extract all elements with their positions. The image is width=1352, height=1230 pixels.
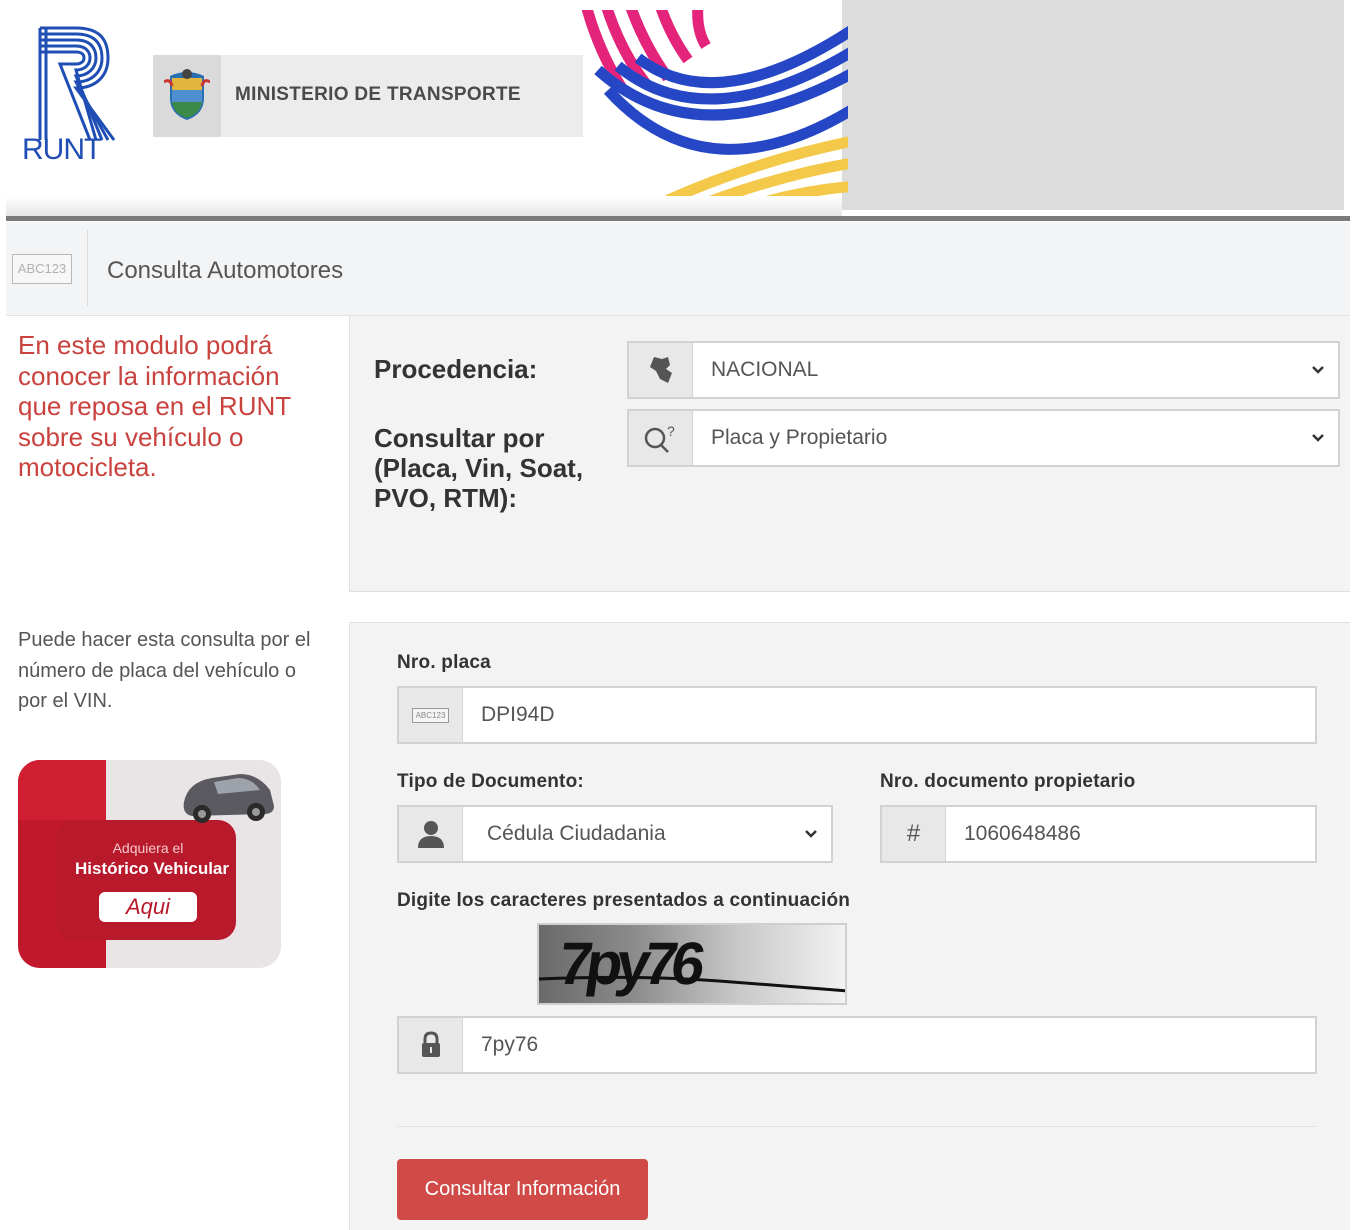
captcha-label: Digite los caracteres presentados a cont… [397, 890, 851, 911]
ministry-name: MINISTERIO DE TRANSPORTE [235, 84, 521, 105]
tipo-documento-value: Cédula Ciudadania [487, 822, 666, 845]
placa-value: DPI94D [481, 703, 555, 726]
promo-red-corner [18, 760, 106, 820]
consultar-informacion-button[interactable]: Consultar Información [397, 1159, 648, 1220]
procedencia-label: Procedencia: [374, 354, 538, 384]
help-text: Puede hacer esta consulta por el número … [18, 629, 311, 712]
nro-documento-input[interactable]: # 1060648486 [880, 805, 1317, 863]
tipo-documento-select[interactable]: Cédula Ciudadania [397, 805, 833, 863]
captcha-image: 7py76 [537, 923, 847, 1005]
svg-text:?: ? [667, 423, 675, 439]
placa-input[interactable]: ABC123 DPI94D [397, 686, 1317, 744]
promo-line2: Histórico Vehicular [75, 859, 229, 878]
form-divider [397, 1126, 1317, 1127]
search-question-icon: ? [629, 411, 693, 465]
header-divider [6, 216, 1350, 221]
lock-icon [399, 1018, 463, 1072]
procedencia-select[interactable]: NACIONAL [627, 341, 1340, 399]
placa-label: Nro. placa [397, 652, 491, 673]
captcha-value: 7py76 [481, 1033, 539, 1056]
titlebar-separator [87, 230, 88, 306]
car-icon [183, 774, 274, 823]
colombia-map-icon [629, 343, 693, 397]
page-title: Consulta Automotores [107, 257, 344, 284]
placa-icon-text: ABC123 [411, 707, 450, 723]
procedencia-value: NACIONAL [711, 358, 819, 381]
historico-vehicular-banner[interactable]: Adquiera el Histórico Vehicular Aqui [18, 760, 281, 968]
header-fade [6, 196, 842, 216]
hash-icon: # [882, 807, 946, 861]
chevron-down-icon [791, 807, 831, 861]
tipo-documento-label: Tipo de Documento: [397, 771, 584, 792]
captcha-noise-line [539, 975, 845, 993]
intro-text: En este modulo podrá conocer la informac… [18, 330, 291, 482]
coat-of-arms-icon [164, 69, 210, 120]
consultar-por-value: Placa y Propietario [711, 426, 888, 449]
promo-line1: Adquiera el [112, 840, 184, 856]
nro-documento-label: Nro. documento propietario [880, 771, 1136, 792]
user-icon [399, 807, 463, 861]
chevron-down-icon [1298, 343, 1338, 397]
promo-panel [56, 820, 236, 940]
header-gray-banner [842, 0, 1344, 210]
license-plate-icon: ABC123 [12, 254, 72, 284]
runt-wordmark: RUNT [22, 133, 102, 166]
license-plate-icon: ABC123 [399, 688, 463, 742]
decorative-ribbon [581, 10, 848, 196]
promo-aqui-button[interactable]: Aqui [99, 892, 197, 922]
consultar-por-label: Consultar por (Placa, Vin, Soat, PVO, RT… [374, 423, 584, 513]
chevron-down-icon [1298, 411, 1338, 465]
captcha-input[interactable]: 7py76 [397, 1016, 1317, 1074]
consultar-por-select[interactable]: ? Placa y Propietario [627, 409, 1340, 467]
nro-documento-value: 1060648486 [964, 822, 1081, 845]
